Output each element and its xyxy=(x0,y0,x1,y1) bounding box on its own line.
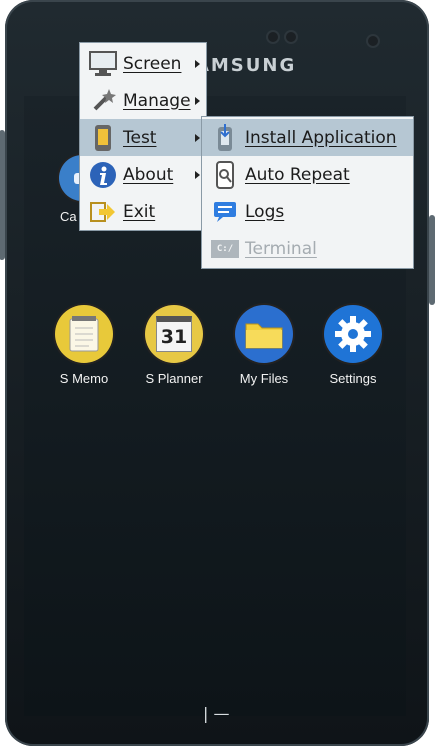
app-s-memo[interactable]: S Memo xyxy=(44,305,124,386)
submenu-item-install-application[interactable]: Install Application xyxy=(202,119,413,156)
home-page-indicator: | — xyxy=(203,704,230,723)
app-my-files[interactable]: My Files xyxy=(224,305,304,386)
calendar-icon: 31 xyxy=(145,305,203,363)
submenu-arrow-icon xyxy=(195,170,200,179)
menu-item-label: Manage xyxy=(123,90,191,111)
submenu-arrow-icon xyxy=(195,96,200,105)
exit-icon xyxy=(88,197,118,227)
logs-icon xyxy=(210,197,240,227)
app-label: Settings xyxy=(329,371,377,386)
power-button[interactable] xyxy=(429,215,435,305)
app-label: S Memo xyxy=(59,371,109,386)
context-menu: Screen Manage Test About Exit xyxy=(79,42,207,231)
volume-button[interactable] xyxy=(0,130,5,260)
menu-item-label: About xyxy=(123,164,174,185)
menu-item-test[interactable]: Test xyxy=(80,119,206,156)
gear-icon xyxy=(324,305,382,363)
app-settings[interactable]: Settings xyxy=(313,305,393,386)
menu-item-screen[interactable]: Screen xyxy=(80,45,206,82)
menu-item-manage[interactable]: Manage xyxy=(80,82,206,119)
menu-item-label: Install Application xyxy=(245,127,397,148)
monitor-icon xyxy=(88,49,118,79)
menu-item-label: Exit xyxy=(123,201,156,222)
test-submenu: Install Application Auto Repeat Logs C:/… xyxy=(201,116,414,269)
submenu-arrow-icon xyxy=(195,59,200,68)
terminal-prompt: C:/ xyxy=(211,239,239,258)
proximity-sensor-icon xyxy=(368,36,378,46)
submenu-item-logs[interactable]: Logs xyxy=(202,193,413,230)
calendar-date: 31 xyxy=(156,316,192,352)
menu-item-about[interactable]: About xyxy=(80,156,206,193)
submenu-item-terminal: C:/ Terminal xyxy=(202,230,413,267)
menu-item-label: Logs xyxy=(245,201,285,222)
terminal-icon: C:/ xyxy=(210,234,240,264)
emulator-window: SAMSUNG Ca S Memo 31 S Planner My Files … xyxy=(0,0,439,746)
menu-item-label: Terminal xyxy=(245,238,317,259)
phone-icon xyxy=(88,123,118,153)
app-s-planner[interactable]: 31 S Planner xyxy=(134,305,214,386)
info-icon xyxy=(88,160,118,190)
menu-item-label: Screen xyxy=(123,53,182,74)
app-label: My Files xyxy=(239,371,289,386)
menu-item-label: Test xyxy=(123,127,157,148)
front-camera-icon xyxy=(268,32,278,42)
auto-repeat-icon xyxy=(210,160,240,190)
submenu-item-auto-repeat[interactable]: Auto Repeat xyxy=(202,156,413,193)
app-label: S Planner xyxy=(145,371,203,386)
submenu-arrow-icon xyxy=(195,133,200,142)
menu-item-label: Auto Repeat xyxy=(245,164,350,185)
sensor-icon xyxy=(286,32,296,42)
menu-item-exit[interactable]: Exit xyxy=(80,193,206,230)
folder-icon xyxy=(235,305,293,363)
notepad-icon xyxy=(55,305,113,363)
wand-icon xyxy=(88,86,118,116)
install-icon xyxy=(210,123,240,153)
